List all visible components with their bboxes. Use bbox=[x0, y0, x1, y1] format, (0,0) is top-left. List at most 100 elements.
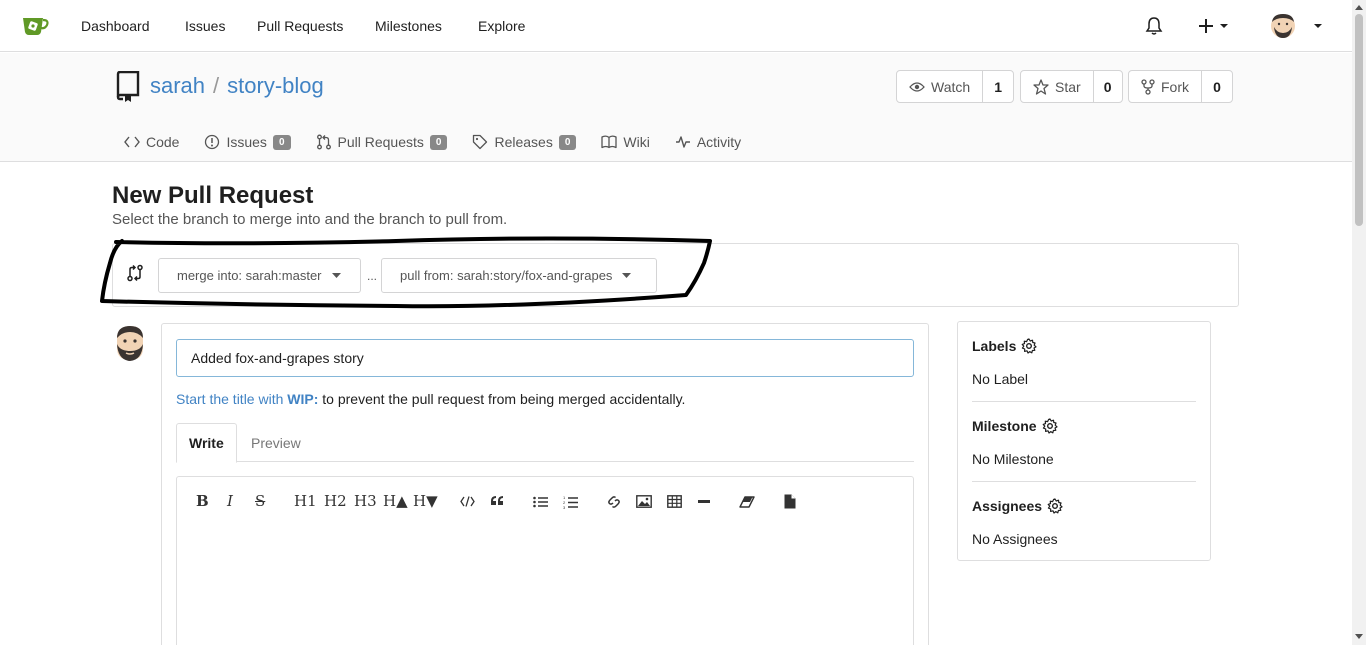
scroll-thumb[interactable] bbox=[1355, 14, 1363, 226]
horizontal-rule-icon[interactable] bbox=[698, 500, 710, 503]
nav-pull-requests[interactable]: Pull Requests bbox=[257, 18, 343, 34]
tab-pull-requests-count: 0 bbox=[429, 134, 448, 150]
tab-releases-count: 0 bbox=[558, 134, 577, 150]
fork-label: Fork bbox=[1161, 78, 1189, 95]
tag-icon bbox=[473, 134, 488, 150]
pull-from-dropdown[interactable]: pull from: sarah:story/fox-and-grapes bbox=[381, 258, 657, 293]
tab-activity-label: Activity bbox=[696, 134, 742, 150]
heading-smaller-button[interactable]: H▼ bbox=[413, 492, 438, 510]
tab-code[interactable]: Code bbox=[124, 132, 179, 152]
file-icon[interactable] bbox=[784, 494, 796, 509]
tab-write[interactable]: Write bbox=[176, 423, 237, 463]
milestone-value: No Milestone bbox=[972, 451, 1054, 467]
tab-issues-label: Issues bbox=[226, 134, 267, 150]
pull-request-icon bbox=[316, 134, 331, 150]
gear-icon[interactable] bbox=[1042, 418, 1058, 434]
wip-hint-keyword[interactable]: WIP: bbox=[287, 391, 318, 407]
table-icon[interactable] bbox=[667, 495, 682, 508]
scroll-up-icon[interactable] bbox=[1355, 4, 1363, 10]
repo-owner-link[interactable]: sarah bbox=[150, 73, 205, 98]
repo-tabs: Code Issues 0 Pull Requests 0 Releases 0… bbox=[124, 132, 766, 152]
gear-icon[interactable] bbox=[1047, 498, 1063, 514]
repo-title: sarah / story-blog bbox=[150, 73, 324, 99]
fork-button[interactable]: Fork bbox=[1129, 71, 1202, 102]
chevron-down-icon bbox=[331, 273, 341, 278]
fork-count[interactable]: 0 bbox=[1202, 71, 1232, 102]
branch-separator-dots: ... bbox=[367, 269, 378, 283]
heading-2-button[interactable]: H2 bbox=[324, 492, 347, 510]
issue-icon bbox=[205, 134, 220, 150]
gear-icon[interactable] bbox=[1021, 338, 1037, 354]
labels-value: No Label bbox=[972, 371, 1029, 387]
star-label: Star bbox=[1055, 78, 1081, 95]
assignees-value: No Assignees bbox=[972, 531, 1058, 547]
heading-3-button[interactable]: H3 bbox=[354, 492, 377, 510]
repo-icon bbox=[116, 71, 140, 102]
nav-milestones[interactable]: Milestones bbox=[375, 18, 442, 34]
milestone-title: Milestone bbox=[972, 418, 1037, 434]
code-icon[interactable] bbox=[460, 496, 475, 507]
page-scrollbar[interactable] bbox=[1352, 0, 1366, 645]
star-button-group: Star 0 bbox=[1020, 70, 1123, 103]
watch-button[interactable]: Watch bbox=[897, 71, 984, 102]
tab-releases[interactable]: Releases 0 bbox=[472, 132, 577, 152]
watch-count[interactable]: 1 bbox=[983, 71, 1013, 102]
bold-button[interactable]: B bbox=[196, 492, 209, 510]
unordered-list-icon[interactable] bbox=[533, 496, 548, 508]
star-icon bbox=[1033, 78, 1049, 95]
labels-section: Labels No Label bbox=[972, 338, 1196, 387]
pr-description-textarea[interactable] bbox=[176, 524, 914, 645]
pr-title-input[interactable] bbox=[176, 339, 914, 377]
compare-branches-icon[interactable] bbox=[126, 264, 144, 282]
milestone-section: Milestone No Milestone bbox=[972, 418, 1196, 467]
wip-hint-text: to prevent the pull request from being m… bbox=[322, 391, 686, 407]
nav-dashboard[interactable]: Dashboard bbox=[81, 18, 150, 34]
strikethrough-button[interactable]: S bbox=[255, 492, 265, 510]
nav-issues[interactable]: Issues bbox=[185, 18, 225, 34]
page-subtitle: Select the branch to merge into and the … bbox=[112, 211, 508, 228]
watch-button-group: Watch 1 bbox=[896, 70, 1015, 103]
heading-bigger-button[interactable]: H▲ bbox=[383, 492, 408, 510]
tab-issues-count: 0 bbox=[272, 134, 291, 150]
pulse-icon bbox=[675, 136, 690, 148]
assignees-title: Assignees bbox=[972, 498, 1043, 514]
tab-issues[interactable]: Issues 0 bbox=[204, 132, 291, 152]
merge-into-label: merge into: sarah:master bbox=[177, 268, 322, 283]
tab-wiki[interactable]: Wiki bbox=[601, 132, 650, 152]
pull-request-form: Start the title with WIP: to prevent the… bbox=[161, 323, 929, 645]
tab-pull-requests-label: Pull Requests bbox=[337, 134, 424, 150]
repo-separator: / bbox=[213, 73, 220, 98]
heading-1-button[interactable]: H1 bbox=[294, 492, 317, 510]
pr-sidebar: Labels No Label Milestone No Milestone A… bbox=[957, 321, 1211, 561]
image-icon[interactable] bbox=[636, 495, 652, 508]
user-avatar-menu[interactable] bbox=[1270, 12, 1326, 40]
eraser-icon[interactable] bbox=[739, 496, 755, 508]
gitea-logo-icon[interactable] bbox=[21, 14, 49, 36]
eye-icon bbox=[909, 81, 925, 92]
page-title: New Pull Request bbox=[112, 182, 314, 209]
tab-activity[interactable]: Activity bbox=[675, 132, 741, 152]
bell-icon[interactable] bbox=[1145, 16, 1163, 35]
merge-into-dropdown[interactable]: merge into: sarah:master bbox=[158, 258, 361, 293]
sidebar-divider bbox=[972, 401, 1196, 402]
italic-button[interactable]: I bbox=[227, 492, 233, 510]
svg-text:3: 3 bbox=[563, 505, 566, 509]
create-menu-plus-icon[interactable] bbox=[1198, 15, 1230, 37]
star-button[interactable]: Star bbox=[1021, 71, 1094, 102]
fork-button-group: Fork 0 bbox=[1128, 70, 1233, 103]
editor-tabs: Write Preview bbox=[176, 423, 914, 463]
author-avatar bbox=[117, 326, 143, 361]
tab-wiki-label: Wiki bbox=[623, 134, 650, 150]
tab-pull-requests[interactable]: Pull Requests 0 bbox=[316, 132, 448, 152]
labels-title: Labels bbox=[972, 338, 1017, 354]
star-count[interactable]: 0 bbox=[1094, 71, 1122, 102]
link-icon[interactable] bbox=[607, 495, 621, 509]
scroll-down-icon[interactable] bbox=[1355, 634, 1363, 640]
repo-name-link[interactable]: story-blog bbox=[227, 73, 324, 98]
quote-icon[interactable] bbox=[490, 495, 504, 506]
wip-hint-link[interactable]: Start the title with bbox=[176, 391, 283, 407]
ordered-list-icon[interactable]: 123 bbox=[563, 495, 578, 509]
book-icon bbox=[601, 135, 618, 149]
nav-explore[interactable]: Explore bbox=[478, 18, 525, 34]
tab-preview[interactable]: Preview bbox=[239, 423, 313, 462]
